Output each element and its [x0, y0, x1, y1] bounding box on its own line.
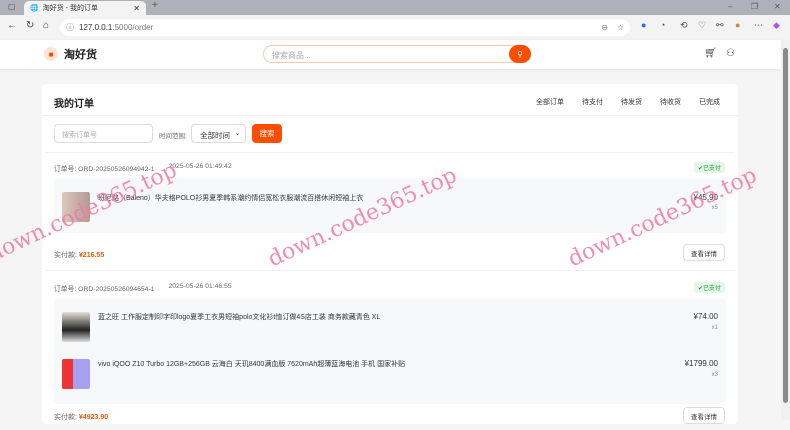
product-name[interactable]: 班尼路（Baleno）华夫格POLO衫男夏季韩系潮约情侣宽松衣服潮流百搭休闲短袖… — [98, 193, 363, 203]
order-time: 2025-05-26 01:46:55 — [168, 283, 232, 290]
search-icon: ⚲ — [517, 49, 523, 59]
maximize-icon[interactable]: ❐ — [751, 2, 758, 11]
order-input-placeholder: 搜索订单号 — [62, 132, 97, 139]
browser-tab-bar: ▢ 🌐 淘好货 - 我的订单 ✕ + – ❐ ✕ — [0, 0, 790, 15]
product-price: ¥74.00 — [693, 312, 718, 321]
orders-card: 我的订单 全部订单 待支付 待发货 待收货 已完成 搜索订单号 时间范围: 全部… — [42, 84, 738, 424]
order-status-tabs: 全部订单 待支付 待发货 待收货 已完成 — [536, 97, 720, 107]
favorite-star-icon[interactable]: ☆ — [617, 23, 624, 32]
page-title: 我的订单 — [54, 99, 94, 110]
status-badge: ✔︎已支付 — [693, 162, 725, 173]
order-card: 订单号: ORD-20250526094942-1 2025-05-26 01:4… — [45, 152, 735, 270]
tab-all[interactable]: 全部订单 — [536, 97, 564, 107]
time-range-select[interactable]: 全部时间 ⌄ — [191, 124, 246, 143]
browser-tab[interactable]: 🌐 淘好货 - 我的订单 ✕ — [24, 1, 146, 15]
order-card: 订单号: ORD-20250526094654-1 2025-05-26 01:4… — [45, 270, 735, 430]
brand-logo[interactable]: ■ 淘好货 — [44, 46, 97, 62]
health-icon[interactable]: ♡ — [698, 20, 706, 31]
product-quantity: x5 — [711, 205, 718, 211]
chevron-down-icon: ⌄ — [234, 131, 240, 137]
url-host: 127.0.0.1 — [79, 23, 113, 32]
time-range-value: 全部时间 — [200, 131, 230, 140]
address-bar-row: ← ↻ ⌂ ⓘ 127.0.0.1:5000/order ⊖ ☆ ● ◔ ⟲ ♡… — [0, 15, 790, 40]
search-placeholder: 搜索商品... — [272, 51, 311, 60]
globe-icon: 🌐 — [30, 5, 39, 12]
page-scrollbar[interactable] — [781, 40, 790, 420]
product-name[interactable]: 蓝之旺 工作服定制印字印logo夏季工衣男短袖polo文化衫t恤订做4S店工装 … — [98, 312, 380, 322]
product-name[interactable]: vivo iQOO Z10 Turbo 12GB+256GB 云海白 天玑840… — [98, 359, 405, 369]
tab-actions-icon[interactable]: ▢ — [8, 2, 16, 11]
order-id: 订单号: ORD-20250526094654-1 — [54, 286, 155, 293]
site-header: ■ 淘好货 搜索商品... ⚲ 🛒︎ ⚇ — [0, 40, 781, 69]
refresh-icon[interactable]: ↻ — [26, 20, 34, 31]
order-id: 订单号: ORD-20250526094942-1 — [54, 166, 155, 173]
order-number-input[interactable]: 搜索订单号 — [54, 124, 153, 143]
view-details-button[interactable]: 查看详情 — [683, 244, 725, 261]
product-quantity: x1 — [711, 325, 718, 331]
product-image — [62, 312, 90, 342]
list-item[interactable]: 班尼路（Baleno）华夫格POLO衫男夏季韩系潮约情侣宽松衣服潮流百搭休闲短袖… — [54, 178, 726, 233]
product-price: ¥45.90 — [693, 193, 718, 202]
close-tab-icon[interactable]: ✕ — [133, 4, 140, 13]
minimize-icon[interactable]: – — [728, 2, 732, 11]
time-range-label: 时间范围: — [159, 133, 187, 140]
user-icon[interactable]: ⚇ — [726, 48, 735, 59]
extension-icon[interactable]: ● — [641, 20, 646, 30]
info-icon: ⓘ — [66, 23, 74, 32]
shopping-bag-icon: ■ — [44, 47, 58, 61]
back-icon[interactable]: ← — [7, 20, 17, 31]
scrollbar-thumb[interactable] — [783, 48, 788, 403]
divider — [42, 115, 738, 116]
history-icon[interactable]: ⟲ — [680, 20, 688, 31]
order-total: 实付款: ¥4923.90 — [54, 414, 109, 421]
order-time: 2025-05-26 01:49:42 — [168, 163, 232, 170]
more-icon[interactable]: ⋯ — [754, 20, 763, 31]
tab-pending-payment[interactable]: 待支付 — [582, 97, 603, 107]
order-total: 实付款: ¥216.55 — [54, 252, 105, 259]
new-tab-icon[interactable]: + — [152, 0, 158, 11]
brand-name: 淘好货 — [64, 49, 97, 61]
tab-title: 淘好货 - 我的订单 — [42, 5, 98, 12]
tab-pending-receipt[interactable]: 待收货 — [660, 97, 681, 107]
list-item[interactable]: 蓝之旺 工作服定制印字印logo夏季工衣男短袖polo文化衫t恤订做4S店工装 … — [54, 304, 726, 351]
copilot-icon[interactable]: ◆ — [773, 20, 780, 31]
url-input[interactable]: ⓘ 127.0.0.1:5000/order ⊖ ☆ — [60, 19, 630, 36]
tab-completed[interactable]: 已完成 — [699, 97, 720, 107]
list-item[interactable]: vivo iQOO Z10 Turbo 12GB+256GB 云海白 天玑840… — [54, 351, 726, 398]
order-items: 班尼路（Baleno）华夫格POLO衫男夏季韩系潮约情侣宽松衣服潮流百搭休闲短袖… — [54, 178, 726, 233]
order-items: 蓝之旺 工作服定制印字印logo夏季工衣男短袖polo文化衫t恤订做4S店工装 … — [54, 298, 726, 404]
home-icon[interactable]: ⌂ — [43, 20, 49, 31]
product-search-input[interactable]: 搜索商品... ⚲ — [263, 45, 531, 63]
profile-avatar-icon[interactable]: ● — [735, 20, 740, 30]
extension-icon[interactable]: ◔ — [660, 20, 665, 30]
status-badge: ✔︎已支付 — [693, 282, 725, 293]
tab-pending-shipment[interactable]: 待发货 — [621, 97, 642, 107]
product-image — [62, 359, 90, 389]
product-image — [62, 192, 90, 222]
zoom-icon[interactable]: ⊖ — [601, 23, 608, 32]
view-details-button[interactable]: 查看详情 — [683, 407, 725, 424]
product-quantity: x3 — [711, 372, 718, 378]
cart-icon[interactable]: 🛒︎ — [704, 48, 717, 59]
search-button[interactable]: ⚲ — [509, 45, 531, 63]
filter-search-button[interactable]: 搜索 — [252, 124, 282, 143]
product-price: ¥1799.00 — [684, 359, 718, 368]
url-path: :5000/order — [112, 23, 154, 32]
extensions-icon[interactable]: ⚯ — [716, 20, 724, 31]
close-window-icon[interactable]: ✕ — [774, 2, 781, 11]
